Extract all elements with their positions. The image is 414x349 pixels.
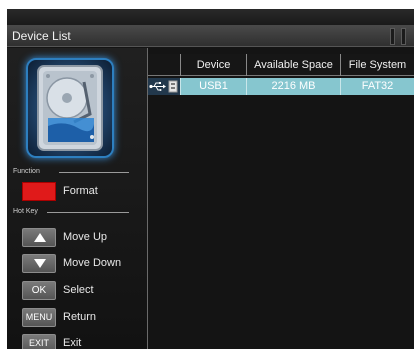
exit-label: Exit — [63, 337, 82, 349]
arrow-down-icon — [34, 259, 46, 268]
move-up-label: Move Up — [63, 231, 108, 243]
column-header-available-space[interactable]: Available Space — [246, 54, 340, 76]
left-panel: Function Format Hot Key Move Up Move Dow… — [7, 48, 147, 349]
device-list-screen: Device List Function Format Hot Key Move… — [7, 9, 414, 349]
column-header-file-system[interactable]: File System — [340, 54, 414, 76]
function-section-label: Function — [13, 168, 40, 175]
red-function-key[interactable] — [22, 182, 56, 201]
file-system-cell: FAT32 — [340, 78, 414, 95]
device-cell: USB1 — [180, 78, 246, 95]
device-table: Device Available Space File System USB1 … — [148, 48, 414, 349]
arrow-up-icon — [34, 233, 46, 242]
usb-icon — [149, 80, 178, 93]
available-space-cell: 2216 MB — [246, 78, 340, 95]
function-divider — [59, 172, 129, 173]
ok-key[interactable]: OK — [22, 281, 56, 300]
format-label: Format — [63, 185, 98, 197]
window-title: Device List — [12, 29, 71, 43]
select-label: Select — [63, 284, 94, 296]
move-up-key[interactable] — [22, 228, 56, 247]
move-down-label: Move Down — [63, 257, 122, 269]
column-header-device[interactable]: Device — [180, 54, 246, 76]
title-bar: Device List — [7, 25, 414, 47]
hard-drive-icon — [26, 58, 114, 158]
scroll-indicator — [401, 28, 406, 45]
table-row[interactable]: USB1 2216 MB FAT32 — [148, 78, 414, 95]
top-bar — [7, 9, 414, 25]
device-type-cell — [148, 78, 180, 95]
hotkey-section-label: Hot Key — [13, 208, 38, 215]
move-down-key[interactable] — [22, 254, 56, 273]
table-header: Device Available Space File System — [148, 54, 414, 76]
scroll-indicator — [390, 28, 395, 45]
exit-key[interactable]: EXIT — [22, 334, 56, 349]
menu-key[interactable]: MENU — [22, 308, 56, 327]
return-label: Return — [63, 311, 97, 323]
hotkey-divider — [47, 212, 129, 213]
